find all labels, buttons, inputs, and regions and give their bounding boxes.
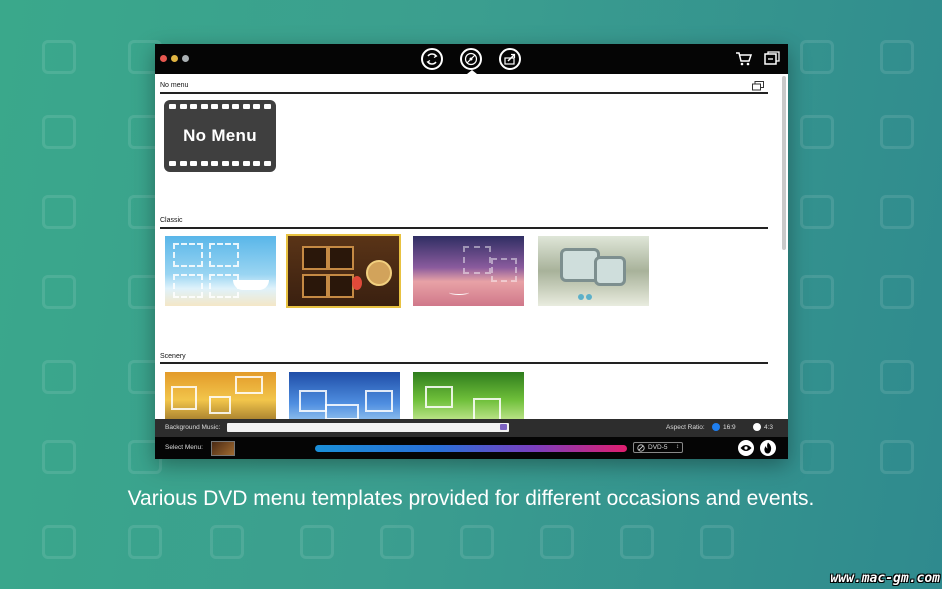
template-thumbnail[interactable] xyxy=(538,236,649,306)
template-thumbnail[interactable] xyxy=(165,236,276,306)
burn-button[interactable] xyxy=(760,440,776,456)
no-menu-template[interactable]: No Menu xyxy=(164,100,276,172)
flame-icon xyxy=(764,442,772,454)
convert-icon[interactable] xyxy=(421,48,443,70)
capacity-bar xyxy=(315,445,627,452)
template-list[interactable]: No menu No Menu Classic Scenery xyxy=(155,74,780,419)
background-music-bar: Background Music: Aspect Ratio: 16:9 4:3 xyxy=(155,419,788,437)
eye-icon xyxy=(740,445,752,451)
aspect-4-3-radio[interactable] xyxy=(753,423,761,431)
background-music-label: Background Music: xyxy=(165,424,221,431)
section-divider xyxy=(160,362,768,364)
aspect-4-3-label: 4:3 xyxy=(764,424,774,431)
background-music-field[interactable] xyxy=(227,423,509,432)
template-thumbnail-selected[interactable] xyxy=(286,234,401,308)
disc-small-icon xyxy=(637,444,645,452)
bottom-toolbar: Select Menu: DVD-5 ↕ xyxy=(155,437,788,459)
preview-button[interactable] xyxy=(738,440,754,456)
aspect-16-9-label: 16:9 xyxy=(723,424,736,431)
disc-icon[interactable] xyxy=(460,48,482,70)
disc-type-select[interactable]: DVD-5 ↕ xyxy=(633,442,683,453)
chevron-updown-icon: ↕ xyxy=(676,444,679,450)
app-window: No menu No Menu Classic Scenery Backgrou… xyxy=(155,44,788,459)
folder-icon[interactable] xyxy=(500,424,507,430)
disc-type-value: DVD-5 xyxy=(648,444,668,451)
film-holes-bottom xyxy=(169,161,271,167)
section-divider xyxy=(160,92,768,94)
section-label-scenery: Scenery xyxy=(160,353,186,360)
section-label-classic: Classic xyxy=(160,217,183,224)
template-thumbnail[interactable] xyxy=(165,372,276,419)
selected-menu-thumbnail[interactable] xyxy=(211,441,235,456)
toolbar xyxy=(155,44,788,74)
watermark-text: www.mac-gm.com xyxy=(830,571,940,586)
vertical-scrollbar[interactable] xyxy=(782,76,786,250)
cart-icon[interactable] xyxy=(735,51,753,71)
no-menu-label: No Menu xyxy=(183,126,257,145)
film-holes-top xyxy=(169,104,271,110)
aspect-ratio-label: Aspect Ratio: xyxy=(666,424,705,431)
section-label-no-menu: No menu xyxy=(160,82,189,89)
collapse-icon[interactable] xyxy=(752,81,764,91)
template-thumbnail[interactable] xyxy=(289,372,400,419)
caption-text: Various DVD menu templates provided for … xyxy=(127,487,815,510)
zoom-window-button[interactable] xyxy=(182,55,189,62)
section-divider xyxy=(160,227,768,229)
share-icon[interactable] xyxy=(499,48,521,70)
select-menu-label: Select Menu: xyxy=(165,444,203,451)
template-thumbnail[interactable] xyxy=(413,372,524,419)
template-thumbnail[interactable] xyxy=(413,236,524,306)
close-window-button[interactable] xyxy=(160,55,167,62)
register-icon[interactable] xyxy=(764,51,781,71)
minimize-window-button[interactable] xyxy=(171,55,178,62)
aspect-16-9-radio[interactable] xyxy=(712,423,720,431)
